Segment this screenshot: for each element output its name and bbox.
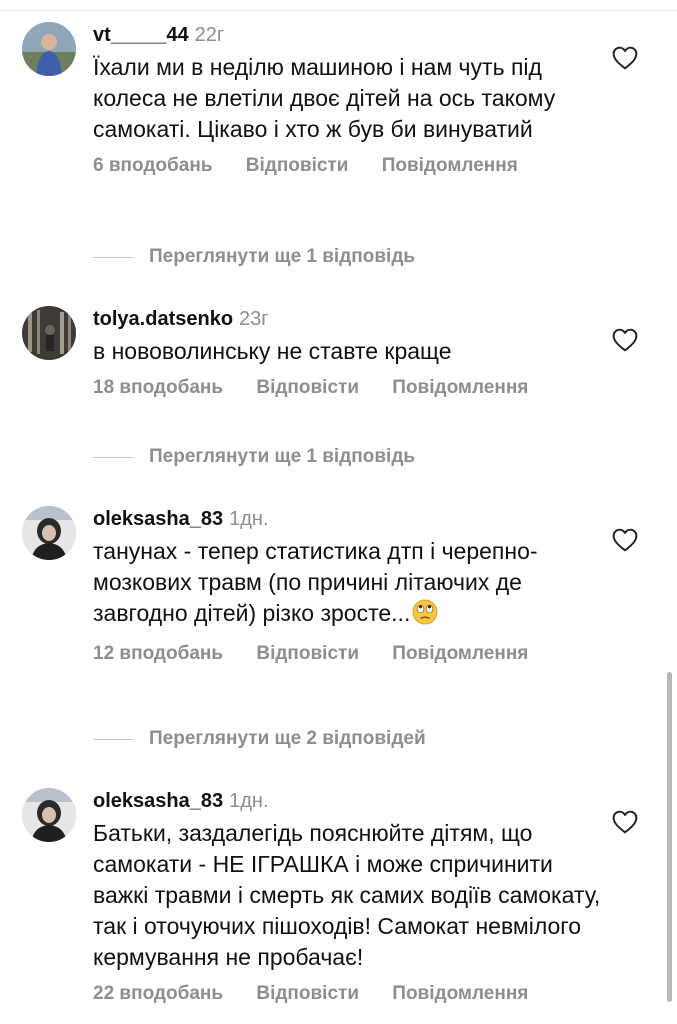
comment-time: 23г xyxy=(239,308,269,330)
replies-divider xyxy=(93,456,133,458)
view-more-replies-label: Переглянути ще 1 відповідь xyxy=(149,246,416,267)
comment-text: Батьки, заздалегідь пояснюйте дітям, що … xyxy=(93,820,601,970)
avatar[interactable] xyxy=(22,306,76,360)
view-more-replies-button[interactable]: Переглянути ще 1 відповідь xyxy=(93,243,593,271)
comment-username[interactable]: vt_____44 xyxy=(93,24,189,46)
reply-button[interactable]: Відповісти xyxy=(256,377,359,398)
report-button[interactable]: Повідомлення xyxy=(382,155,518,176)
likes-count[interactable]: 12 вподобань xyxy=(93,643,223,664)
top-divider xyxy=(0,10,677,11)
likes-count[interactable]: 6 вподобань xyxy=(93,155,212,176)
replies-divider xyxy=(93,738,133,740)
view-more-replies-label: Переглянути ще 2 відповідей xyxy=(149,728,426,749)
reply-button[interactable]: Відповісти xyxy=(256,983,359,1004)
reply-button[interactable]: Відповісти xyxy=(246,155,349,176)
comment-time: 1дн. xyxy=(229,790,269,812)
comment-username[interactable]: oleksasha_83 xyxy=(93,790,223,812)
comment-text: Їхали ми в неділю машиною і нам чуть під… xyxy=(93,54,556,142)
report-button[interactable]: Повідомлення xyxy=(392,983,528,1004)
report-button[interactable]: Повідомлення xyxy=(392,377,528,398)
avatar[interactable] xyxy=(22,22,76,76)
likes-count[interactable]: 18 вподобань xyxy=(93,377,223,398)
heart-outline-icon[interactable] xyxy=(612,46,638,70)
heart-outline-icon[interactable] xyxy=(612,528,638,552)
comment-time: 1дн. xyxy=(229,508,269,530)
view-more-replies-label: Переглянути ще 1 відповідь xyxy=(149,446,416,467)
reply-button[interactable]: Відповісти xyxy=(256,643,359,664)
comment-username[interactable]: oleksasha_83 xyxy=(93,508,223,530)
comment-time: 22г xyxy=(194,24,225,46)
replies-divider xyxy=(93,256,133,258)
avatar[interactable] xyxy=(22,788,76,842)
comment-username[interactable]: tolya.datsenko xyxy=(93,308,233,330)
view-more-replies-button[interactable]: Переглянути ще 2 відповідей xyxy=(93,725,593,753)
likes-count[interactable]: 22 вподобань xyxy=(93,983,223,1004)
heart-outline-icon[interactable] xyxy=(612,810,638,834)
face-with-rolling-eyes-emoji xyxy=(412,599,438,633)
view-more-replies-button[interactable]: Переглянути ще 1 відповідь xyxy=(93,443,593,471)
comment-text: в нововолинську не ставте краще xyxy=(93,338,452,364)
scrollbar[interactable] xyxy=(667,672,672,1002)
heart-outline-icon[interactable] xyxy=(612,328,638,352)
report-button[interactable]: Повідомлення xyxy=(392,643,528,664)
avatar[interactable] xyxy=(22,506,76,560)
comment-text: танунах - тепер статистика дтп і черепно… xyxy=(93,538,538,626)
